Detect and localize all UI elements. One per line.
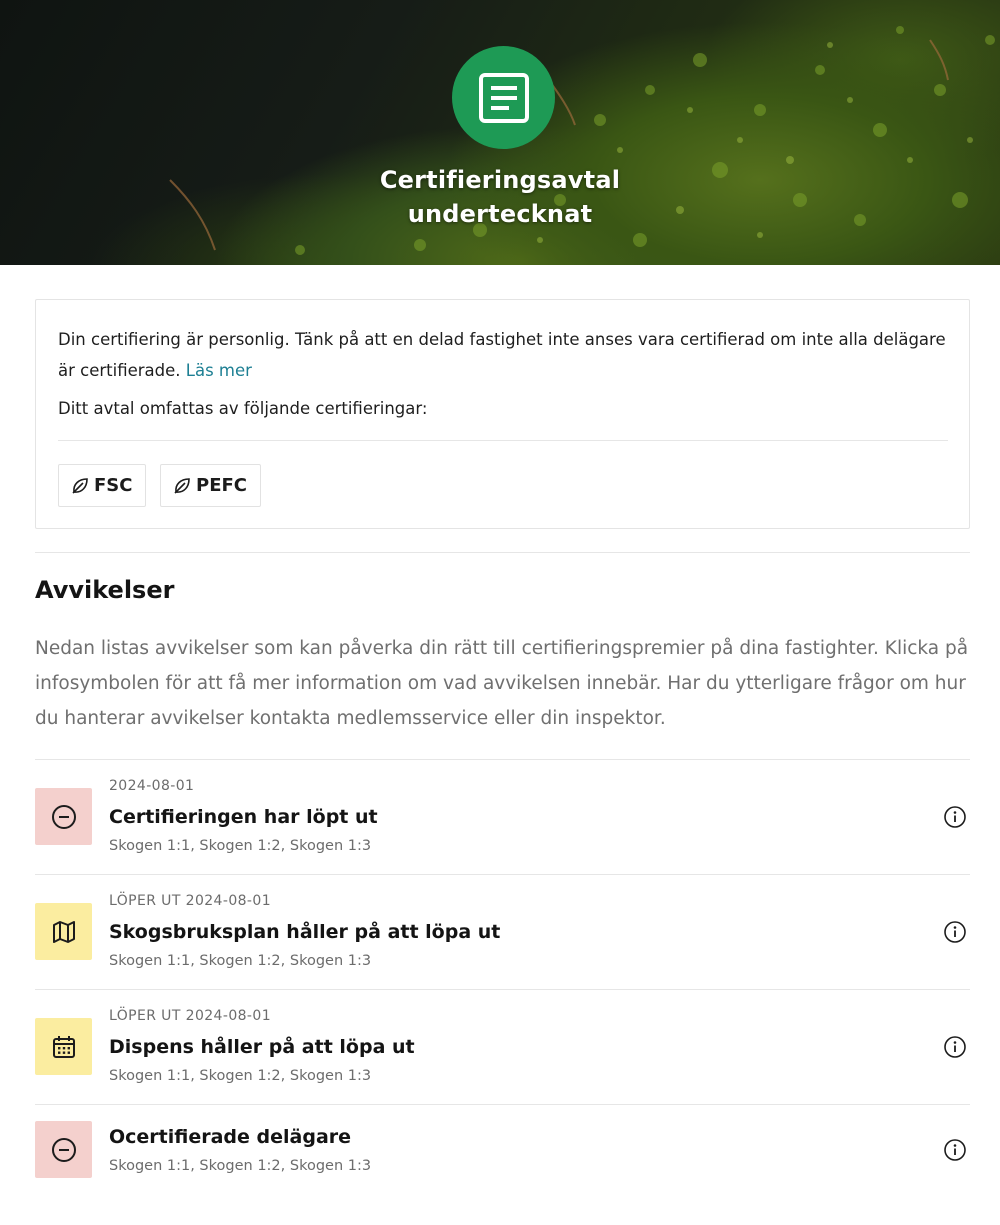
map-icon: [52, 920, 75, 943]
certification-label: PEFC: [196, 475, 247, 496]
deviation-date: LÖPER UT 2024-08-01: [109, 1008, 271, 1024]
certification-label: FSC: [94, 475, 133, 496]
agreement-icon-circle: [452, 46, 555, 149]
deviation-properties: Skogen 1:1, Skogen 1:2, Skogen 1:3: [109, 953, 372, 969]
deviation-status-badge: [35, 788, 92, 845]
info-icon: [944, 921, 966, 943]
deviations-list: 2024-08-01 Certifieringen har löpt ut Sk…: [35, 759, 970, 1219]
calendar-icon: [52, 1035, 75, 1058]
covered-certifications-label: Ditt avtal omfattas av följande certifie…: [58, 399, 428, 418]
leaf-icon: [72, 477, 88, 494]
minus-circle-icon: [51, 804, 76, 829]
deviation-date: LÖPER UT 2024-08-01: [109, 893, 271, 909]
deviation-row: LÖPER UT 2024-08-01 Dispens håller på at…: [35, 989, 970, 1104]
deviations-description: Nedan listas avvikelser som kan påverka …: [35, 638, 969, 729]
deviation-status-badge: [35, 903, 92, 960]
deviation-date: 2024-08-01: [109, 778, 195, 794]
certification-info-text: Din certifiering är personlig. Tänk på a…: [58, 324, 958, 386]
deviation-status-badge: [35, 1121, 92, 1178]
deviation-status-badge: [35, 1018, 92, 1075]
document-icon: [478, 72, 529, 123]
leaf-icon: [174, 477, 190, 494]
certification-info-card: Din certifiering är personlig. Tänk på a…: [35, 299, 970, 529]
info-button[interactable]: [942, 804, 968, 830]
deviations-heading: Avvikelser: [35, 576, 175, 604]
hero-title-line-1: Certifieringsavtal: [379, 166, 621, 194]
deviation-title: Skogsbruksplan håller på att löpa ut: [109, 921, 501, 943]
certification-tag-pefc: PEFC: [160, 464, 261, 507]
hero-title-line-2: undertecknat: [407, 200, 593, 228]
deviation-row: LÖPER UT 2024-08-01 Skogsbruksplan hålle…: [35, 874, 970, 989]
info-icon: [944, 1036, 966, 1058]
deviation-title: Ocertifierade delägare: [109, 1126, 352, 1148]
hero-banner: Certifieringsavtal undertecknat: [0, 0, 1000, 265]
certification-tag-fsc: FSC: [58, 464, 147, 507]
card-divider: [58, 440, 948, 441]
info-button[interactable]: [942, 1137, 968, 1163]
info-icon: [944, 1139, 966, 1161]
deviation-properties: Skogen 1:1, Skogen 1:2, Skogen 1:3: [109, 1158, 372, 1174]
minus-circle-icon: [51, 1137, 76, 1162]
info-button[interactable]: [942, 1034, 968, 1060]
info-icon: [944, 806, 966, 828]
deviation-row: 2024-08-01 Certifieringen har löpt ut Sk…: [35, 759, 970, 874]
hero-title: Certifieringsavtal undertecknat: [0, 163, 1000, 231]
section-divider: [35, 552, 970, 553]
deviation-properties: Skogen 1:1, Skogen 1:2, Skogen 1:3: [109, 1068, 372, 1084]
deviation-properties: Skogen 1:1, Skogen 1:2, Skogen 1:3: [109, 838, 372, 854]
info-button[interactable]: [942, 919, 968, 945]
deviation-title: Certifieringen har löpt ut: [109, 806, 378, 828]
deviation-row: Ocertifierade delägare Skogen 1:1, Skoge…: [35, 1104, 970, 1219]
read-more-link[interactable]: Läs mer: [186, 361, 252, 380]
deviation-title: Dispens håller på att löpa ut: [109, 1036, 415, 1058]
